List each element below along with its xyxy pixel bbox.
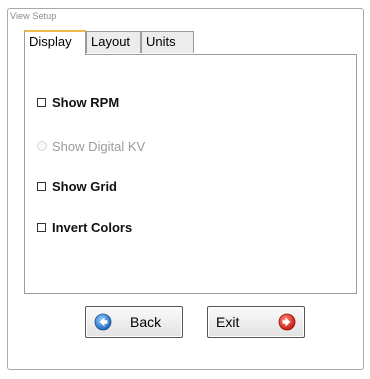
show-rpm-label: Show RPM: [52, 94, 120, 110]
invert-colors-label: Invert Colors: [52, 219, 133, 235]
exit-button-label: Exit: [216, 314, 240, 330]
exit-button[interactable]: Exit: [207, 306, 305, 338]
arrow-left-icon: [94, 313, 112, 331]
invert-colors-checkbox[interactable]: [37, 222, 46, 232]
back-button[interactable]: Back: [85, 306, 183, 338]
show-rpm-checkbox[interactable]: [37, 97, 46, 107]
window-title: View Setup: [10, 11, 57, 21]
show-grid-label: Show Grid: [52, 178, 117, 194]
arrow-right-icon: [278, 313, 296, 331]
show-digital-kv-label: Show Digital KV: [52, 138, 146, 154]
show-rpm-option[interactable]: Show RPM: [37, 94, 119, 110]
back-button-label: Back: [130, 314, 162, 330]
tab-layout[interactable]: Layout: [86, 31, 141, 53]
tab-units[interactable]: Units: [141, 31, 194, 53]
show-grid-option[interactable]: Show Grid: [37, 178, 117, 194]
show-grid-checkbox[interactable]: [37, 181, 46, 191]
show-digital-kv-option: Show Digital KV: [37, 138, 145, 154]
tab-display[interactable]: Display: [24, 30, 86, 55]
display-tab-panel: [24, 54, 357, 294]
show-digital-kv-radio: [37, 141, 47, 151]
invert-colors-option[interactable]: Invert Colors: [37, 219, 132, 235]
